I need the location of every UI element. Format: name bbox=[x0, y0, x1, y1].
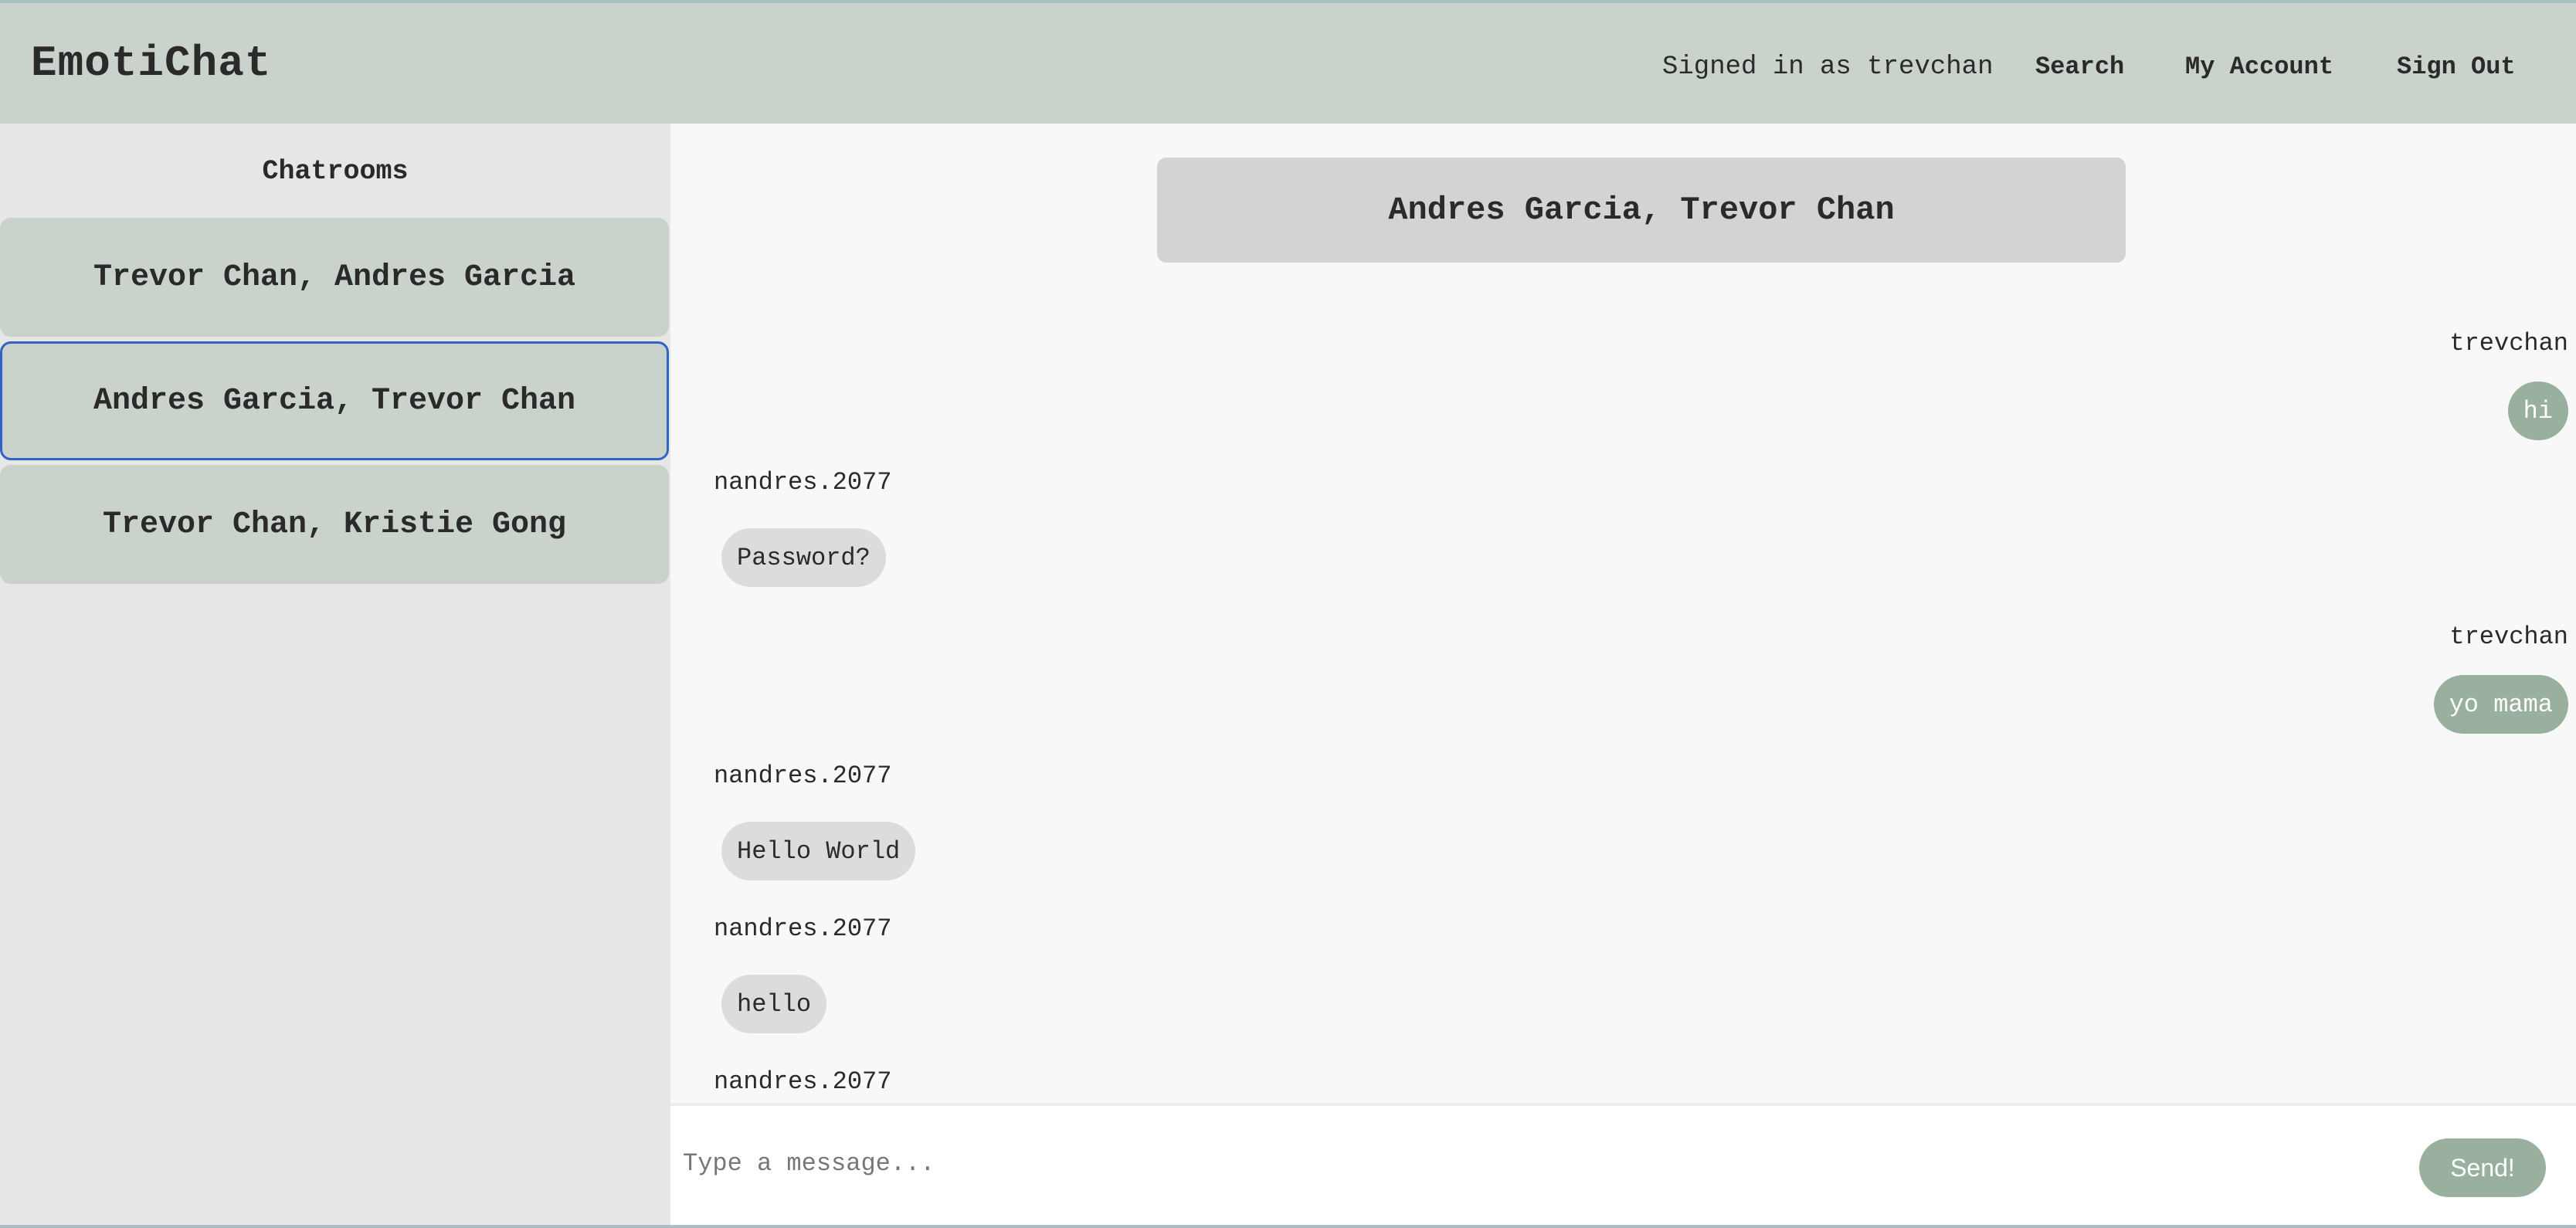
app-logo[interactable]: EmotiChat bbox=[31, 39, 271, 88]
message-bubble-own: yo mama bbox=[2433, 675, 2568, 734]
chatroom-title: Andres Garcia, Trevor Chan bbox=[1157, 158, 2126, 263]
sidebar-title: Chatrooms bbox=[262, 156, 409, 187]
message-sender: nandres.2077 bbox=[714, 762, 892, 790]
message-sender: nandres.2077 bbox=[714, 914, 892, 943]
nav-search-link[interactable]: Search bbox=[2035, 53, 2124, 81]
message-bubble-other: Hello World bbox=[721, 822, 916, 880]
signed-in-status: Signed in as trevchan bbox=[1662, 53, 1994, 82]
message-bubble-other: hello bbox=[721, 975, 827, 1033]
chat-panel[interactable]: Andres Garcia, Trevor Chan trevchan hi n… bbox=[670, 124, 2576, 1103]
message-sender: trevchan bbox=[2449, 622, 2568, 651]
message-composer: Send! bbox=[670, 1103, 2576, 1225]
message-input[interactable] bbox=[681, 1132, 2288, 1194]
chatroom-label: Trevor Chan, Andres Garcia bbox=[93, 260, 576, 295]
message-bubble-own: hi bbox=[2507, 382, 2568, 440]
message-sender: nandres.2077 bbox=[714, 1067, 892, 1096]
send-button[interactable]: Send! bbox=[2419, 1138, 2546, 1197]
chatroom-label: Trevor Chan, Kristie Gong bbox=[102, 507, 567, 542]
message-bubble-other: Password? bbox=[721, 528, 886, 587]
chatroom-item[interactable]: Trevor Chan, Kristie Gong bbox=[0, 465, 669, 584]
app-window: EmotiChat Signed in as trevchan Search M… bbox=[0, 0, 2576, 1228]
chatroom-item[interactable]: Trevor Chan, Andres Garcia bbox=[0, 218, 669, 337]
nav-sign-out-link[interactable]: Sign Out bbox=[2397, 53, 2516, 81]
message-sender: nandres.2077 bbox=[714, 468, 892, 497]
top-header: EmotiChat Signed in as trevchan Search M… bbox=[0, 3, 2576, 124]
chatroom-sidebar: Chatrooms Trevor Chan, Andres Garcia And… bbox=[0, 124, 670, 1225]
chatroom-item-selected[interactable]: Andres Garcia, Trevor Chan bbox=[0, 341, 669, 460]
message-sender: trevchan bbox=[2449, 329, 2568, 358]
chatroom-label: Andres Garcia, Trevor Chan bbox=[93, 383, 576, 419]
nav-my-account-link[interactable]: My Account bbox=[2185, 53, 2333, 81]
